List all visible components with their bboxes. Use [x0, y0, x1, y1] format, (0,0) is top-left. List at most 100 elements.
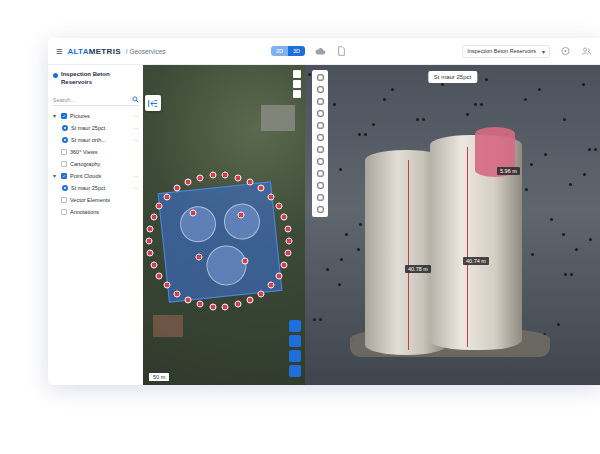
photo-pin[interactable] [164, 193, 171, 200]
photo-pin[interactable] [222, 172, 229, 179]
row-menu-button[interactable]: ··· [134, 185, 140, 191]
row-menu-button[interactable]: ··· [134, 125, 140, 131]
layer-row[interactable]: ▾Pictures··· [53, 112, 139, 121]
document-icon[interactable] [336, 46, 347, 56]
map-view[interactable]: 50 m [143, 65, 305, 385]
measure-icon[interactable] [289, 320, 301, 332]
viewer-tool-icon[interactable] [316, 133, 325, 142]
fullscreen-icon[interactable] [293, 70, 301, 78]
photo-pin[interactable] [156, 272, 163, 279]
view-mode-button[interactable]: 2D [271, 46, 288, 56]
search-icon[interactable] [132, 96, 139, 103]
layers-icon[interactable] [289, 365, 301, 377]
viewer-tool-icon[interactable] [316, 73, 325, 82]
layer-checkbox[interactable] [61, 209, 67, 215]
photo-pin[interactable] [238, 212, 245, 219]
viewer-tool-icon[interactable] [316, 169, 325, 178]
viewer-tool-icon[interactable] [316, 193, 325, 202]
photo-pin[interactable] [209, 303, 216, 310]
collapse-sidebar-button[interactable] [145, 95, 161, 111]
photo-pin[interactable] [267, 282, 274, 289]
photo-pin[interactable] [147, 225, 154, 232]
viewer-tool-icon[interactable] [316, 181, 325, 190]
photo-pin[interactable] [209, 172, 216, 179]
layer-checkbox[interactable] [61, 149, 67, 155]
zoom-in-icon[interactable] [293, 80, 301, 88]
layer-row[interactable]: Annotations [53, 208, 139, 217]
photo-pin[interactable] [190, 210, 197, 217]
row-menu-button[interactable]: ··· [134, 137, 140, 143]
photo-pin[interactable] [281, 214, 288, 221]
photo-pin[interactable] [147, 250, 154, 257]
photo-pin[interactable] [184, 297, 191, 304]
viewer-tool-icon[interactable] [316, 145, 325, 154]
layer-row[interactable]: Cartography [53, 160, 139, 169]
photo-pin[interactable] [150, 214, 157, 221]
measurement-label[interactable]: 40.78 m [405, 265, 431, 273]
layer-item-row[interactable]: St maur 25pct··· [53, 184, 139, 193]
photo-pin[interactable] [275, 272, 282, 279]
menu-icon[interactable]: ≡ [56, 46, 62, 57]
layer-checkbox[interactable] [61, 161, 67, 167]
viewer-tool-icon[interactable] [316, 205, 325, 214]
photo-pin[interactable] [281, 261, 288, 268]
photo-pin[interactable] [222, 303, 229, 310]
photo-pin[interactable] [242, 258, 249, 265]
photo-pin[interactable] [184, 178, 191, 185]
search-input[interactable] [53, 95, 132, 105]
camera-icon[interactable] [289, 350, 301, 362]
viewer-tool-icon[interactable] [316, 97, 325, 106]
photo-pin[interactable] [284, 250, 291, 257]
photo-pin[interactable] [164, 282, 171, 289]
photo-pin[interactable] [196, 174, 203, 181]
photo-pin[interactable] [196, 301, 203, 308]
photo-pin[interactable] [247, 178, 254, 185]
row-menu-button[interactable]: ··· [134, 173, 140, 179]
photo-pin[interactable] [284, 225, 291, 232]
photo-pin[interactable] [156, 203, 163, 210]
expand-caret[interactable]: ▾ [53, 173, 58, 179]
photo-pin[interactable] [286, 238, 293, 245]
layer-row[interactable]: Vector Elements [53, 196, 139, 205]
layer-radio[interactable] [62, 137, 68, 143]
layer-radio[interactable] [62, 185, 68, 191]
layer-item-row[interactable]: St maur 25pct··· [53, 124, 139, 133]
zoom-out-icon[interactable] [293, 90, 301, 98]
layer-row[interactable]: ▾Point Clouds··· [53, 172, 139, 181]
photo-pin[interactable] [196, 254, 203, 261]
photo-pin[interactable] [173, 185, 180, 192]
layer-radio[interactable] [62, 125, 68, 131]
photo-pin[interactable] [146, 238, 153, 245]
view-mode-button[interactable]: 3D [288, 46, 305, 56]
draw-icon[interactable] [289, 335, 301, 347]
row-menu-button[interactable]: ··· [134, 113, 140, 119]
viewer-tool-icon[interactable] [316, 157, 325, 166]
measurement-label[interactable]: 5.96 m [497, 167, 520, 175]
layer-checkbox[interactable] [61, 173, 67, 179]
layer-row[interactable]: 360° Views [53, 148, 139, 157]
layer-item-row[interactable]: St maur orth...··· [53, 136, 139, 145]
project-select[interactable]: Inspection Beton Reservoirs▾ [462, 45, 550, 58]
measurement-label[interactable]: 40.74 m [463, 257, 489, 265]
photo-pin[interactable] [173, 290, 180, 297]
layer-checkbox[interactable] [61, 113, 67, 119]
users-icon[interactable] [581, 46, 592, 56]
photo-pin[interactable] [247, 297, 254, 304]
photo-pin[interactable] [258, 290, 265, 297]
site-polygon[interactable] [158, 181, 283, 302]
viewer-tool-icon[interactable] [316, 121, 325, 130]
viewer-tool-icon[interactable] [316, 85, 325, 94]
photo-pin[interactable] [235, 174, 242, 181]
expand-caret[interactable]: ▾ [53, 113, 58, 119]
settings-icon[interactable] [560, 46, 571, 56]
photo-pin[interactable] [275, 203, 282, 210]
photo-pin[interactable] [258, 185, 265, 192]
layer-checkbox[interactable] [61, 197, 67, 203]
cloud-icon[interactable] [315, 46, 326, 56]
search-field[interactable] [53, 95, 139, 106]
3d-viewer[interactable]: St maur 25pct40.78 m40.74 m5.96 m [305, 65, 600, 385]
viewer-tool-icon[interactable] [316, 109, 325, 118]
photo-pin[interactable] [235, 301, 242, 308]
photo-pin[interactable] [150, 261, 157, 268]
photo-pin[interactable] [267, 193, 274, 200]
